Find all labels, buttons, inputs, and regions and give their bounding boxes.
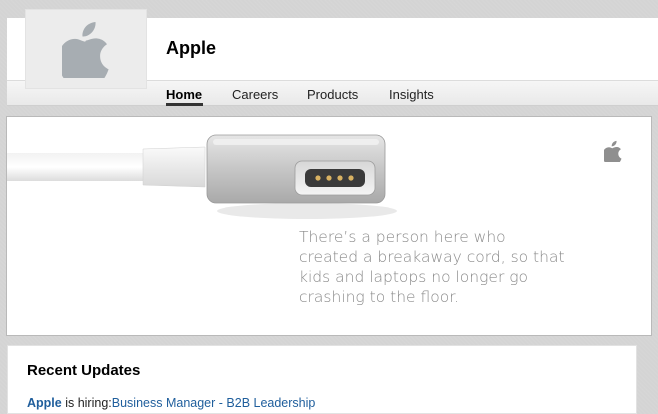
apple-logo-icon xyxy=(62,22,109,78)
apple-logo-icon xyxy=(604,140,622,162)
tab-insights[interactable]: Insights xyxy=(389,87,434,102)
company-logo[interactable] xyxy=(25,9,147,89)
update-item: Apple is hiring:Business Manager - B2B L… xyxy=(27,396,315,410)
tab-home[interactable]: Home xyxy=(166,87,202,102)
tab-products[interactable]: Products xyxy=(307,87,358,102)
recent-updates-card: Recent Updates Apple is hiring:Business … xyxy=(7,345,637,414)
company-link[interactable]: Apple xyxy=(27,396,62,410)
recent-updates-title: Recent Updates xyxy=(27,362,141,379)
active-tab-indicator xyxy=(166,103,203,106)
banner-text: There’s a person here who created a brea… xyxy=(299,228,565,306)
hero-banner[interactable]: There’s a person here who created a brea… xyxy=(6,116,652,336)
job-link[interactable]: Business Manager - B2B Leadership xyxy=(112,396,316,410)
company-name: Apple xyxy=(166,38,217,58)
tab-careers[interactable]: Careers xyxy=(232,87,278,102)
update-verb: is hiring: xyxy=(61,396,112,410)
magsafe-connector-image xyxy=(7,134,397,219)
